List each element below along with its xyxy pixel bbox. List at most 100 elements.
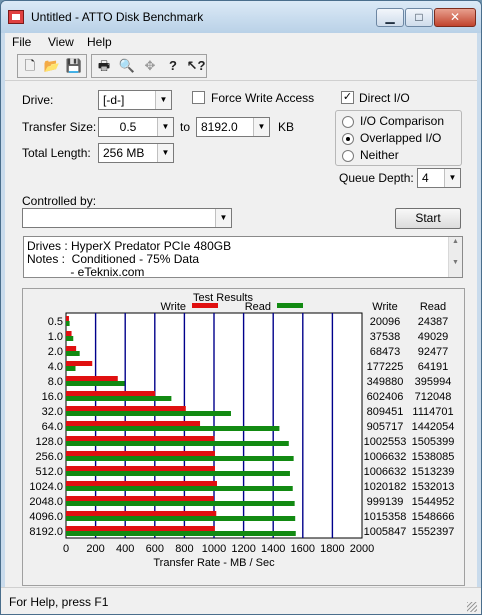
transfer-size-to-select[interactable]: 8192.0 ▼ <box>196 117 270 137</box>
category-label: 128.0 <box>35 436 63 448</box>
write-bar <box>66 496 214 501</box>
app-icon <box>8 10 24 24</box>
overlapped-io-radio[interactable] <box>342 133 354 145</box>
write-bar <box>66 346 77 351</box>
write-value: 1005847 <box>364 526 407 538</box>
legend-read-label: Read <box>245 301 271 313</box>
read-value: 92477 <box>418 346 449 358</box>
read-value: 24387 <box>418 316 449 328</box>
tools-toolbar-group: 🖶 🔍 ✥ ? ↖? <box>91 54 207 78</box>
controlled-by-select[interactable]: ▼ <box>22 208 232 228</box>
help-icon[interactable]: ? <box>162 56 184 76</box>
write-value: 68473 <box>370 346 401 358</box>
x-tick-label: 1800 <box>320 543 344 555</box>
write-value: 1020182 <box>364 481 407 493</box>
category-label: 1.0 <box>48 331 63 343</box>
write-value: 905717 <box>367 421 404 433</box>
read-value: 1552397 <box>412 526 455 538</box>
total-length-select[interactable]: 256 MB ▼ <box>98 143 174 163</box>
transfer-size-to-value: 8192.0 <box>201 120 238 134</box>
write-value: 999139 <box>367 496 404 508</box>
category-label: 4096.0 <box>29 511 63 523</box>
x-tick-label: 600 <box>146 543 164 555</box>
read-bar <box>66 471 290 476</box>
write-bar <box>66 436 215 441</box>
write-bar <box>66 361 93 366</box>
write-bar <box>66 391 156 396</box>
print-preview-icon[interactable]: 🔍 <box>116 56 138 76</box>
write-bar <box>66 481 217 486</box>
read-value: 1544952 <box>412 496 455 508</box>
maximize-button[interactable]: □ <box>405 8 433 27</box>
category-label: 512.0 <box>35 466 63 478</box>
notes-textarea[interactable]: Drives : HyperX Predator PCIe 480GB Note… <box>23 236 463 279</box>
read-bar <box>66 486 293 491</box>
category-label: 8192.0 <box>29 526 63 538</box>
notes-line: - eTeknix.com <box>27 265 145 279</box>
x-tick-label: 1400 <box>261 543 285 555</box>
queue-depth-value: 4 <box>422 171 429 185</box>
x-tick-label: 800 <box>175 543 193 555</box>
new-icon[interactable]: 🗋 <box>19 56 41 76</box>
menu-help[interactable]: Help <box>87 35 112 49</box>
resize-grip-icon[interactable] <box>467 602 477 612</box>
chevron-down-icon: ▼ <box>444 169 460 187</box>
legend-read-swatch <box>277 303 303 308</box>
menu-view[interactable]: View <box>48 35 74 49</box>
transfer-size-label: Transfer Size: <box>22 120 97 134</box>
write-value: 1006632 <box>364 466 407 478</box>
write-bar <box>66 526 215 531</box>
save-icon[interactable]: 💾 <box>63 56 85 76</box>
notes-line: Notes : Conditioned - 75% Data <box>27 252 200 266</box>
category-label: 256.0 <box>35 451 63 463</box>
write-value: 349880 <box>367 376 404 388</box>
menu-file[interactable]: File <box>12 35 31 49</box>
read-bar <box>66 351 80 356</box>
write-value: 1002553 <box>364 436 407 448</box>
close-button[interactable]: ✕ <box>434 8 476 27</box>
transfer-size-from-select[interactable]: 0.5 ▼ <box>98 117 174 137</box>
force-write-checkbox[interactable] <box>192 91 205 104</box>
status-text: For Help, press F1 <box>9 595 109 609</box>
read-bar <box>66 426 280 431</box>
print-icon[interactable]: 🖶 <box>93 56 115 76</box>
queue-depth-select[interactable]: 4 ▼ <box>417 168 461 188</box>
toolbar: 🗋 📂 💾 🖶 🔍 ✥ ? ↖? <box>5 51 477 81</box>
move-icon[interactable]: ✥ <box>139 56 161 76</box>
legend-write-label: Write <box>161 301 186 313</box>
read-value: 712048 <box>415 391 452 403</box>
x-tick-label: 0 <box>63 543 69 555</box>
title-bar[interactable]: Untitled - ATTO Disk Benchmark ▁ □ ✕ <box>1 1 481 33</box>
chevron-down-icon: ▼ <box>215 209 231 227</box>
chevron-down-icon: ▼ <box>157 144 173 162</box>
category-label: 2048.0 <box>29 496 63 508</box>
chevron-down-icon: ▼ <box>253 118 269 136</box>
write-value: 177225 <box>367 361 404 373</box>
read-value: 1513239 <box>412 466 455 478</box>
write-bar <box>66 331 72 336</box>
chevron-down-icon: ▼ <box>155 91 171 109</box>
read-bar <box>66 336 74 341</box>
notes-scrollbar[interactable]: ▲ ▼ <box>448 237 462 277</box>
context-help-icon[interactable]: ↖? <box>185 56 207 76</box>
queue-depth-label: Queue Depth: <box>339 171 414 185</box>
neither-radio[interactable] <box>342 150 354 162</box>
legend-write-swatch <box>192 303 218 308</box>
x-tick-label: 1200 <box>231 543 255 555</box>
direct-io-checkbox[interactable]: ✓ <box>341 91 354 104</box>
io-comparison-radio[interactable] <box>342 116 354 128</box>
x-tick-label: 400 <box>116 543 134 555</box>
write-bar <box>66 406 186 411</box>
category-label: 64.0 <box>42 421 63 433</box>
minimize-button[interactable]: ▁ <box>376 8 404 27</box>
neither-label: Neither <box>360 148 399 162</box>
start-button[interactable]: Start <box>395 208 461 229</box>
open-icon[interactable]: 📂 <box>41 56 63 76</box>
read-value: 49029 <box>418 331 449 343</box>
drive-select[interactable]: [-d-] ▼ <box>98 90 172 110</box>
read-value: 1548666 <box>412 511 455 523</box>
read-value: 1114701 <box>412 406 453 418</box>
x-tick-label: 200 <box>86 543 104 555</box>
app-window: Untitled - ATTO Disk Benchmark ▁ □ ✕ Fil… <box>0 0 482 615</box>
write-bar <box>66 511 217 516</box>
